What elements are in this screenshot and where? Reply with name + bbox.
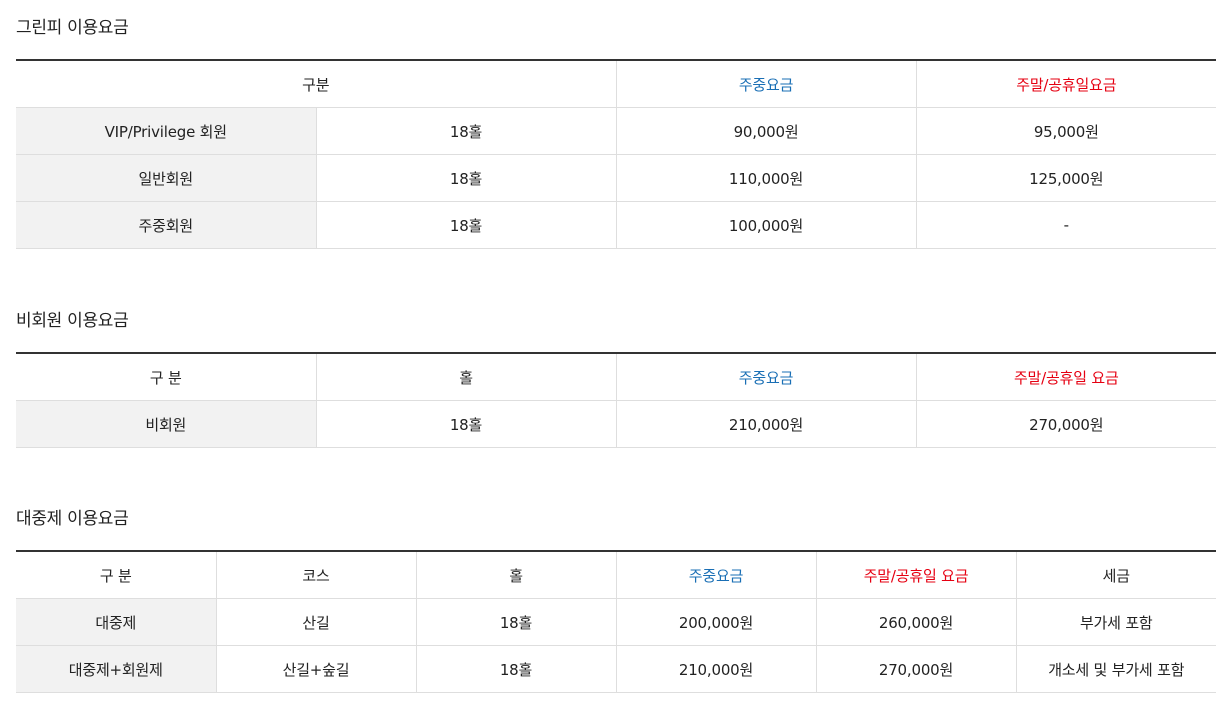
header-holes: 홀 bbox=[315, 353, 616, 401]
greenfee-title: 그린피 이용요금 bbox=[16, 18, 129, 38]
public-table: 구 분 코스 홀 주중요금 주말/공휴일 요금 세금 대중제 산길 18홀 20… bbox=[16, 550, 1216, 693]
table-row: 대중제+회원제 산길+숲길 18홀 210,000원 270,000원 개소세 … bbox=[16, 645, 1216, 693]
header-weekday: 주중요금 bbox=[615, 353, 916, 401]
member-type: 비회원 bbox=[16, 400, 316, 448]
table-row: VIP/Privilege 회원 18홀 90,000원 95,000원 bbox=[16, 107, 1217, 155]
weekday-fee: 90,000원 bbox=[615, 107, 917, 155]
member-type: 일반회원 bbox=[16, 154, 316, 202]
weekday-fee: 200,000원 bbox=[615, 598, 816, 646]
greenfee-table: 구분 주중요금 주말/공휴일요금 VIP/Privilege 회원 18홀 90… bbox=[16, 59, 1217, 249]
header-category: 구분 bbox=[16, 60, 617, 108]
holes-cell: 18홀 bbox=[415, 645, 616, 693]
weekday-fee: 210,000원 bbox=[615, 400, 916, 448]
course-type: 대중제+회원제 bbox=[16, 645, 216, 693]
course-cell: 산길 bbox=[215, 598, 416, 646]
course-cell: 산길+숲길 bbox=[215, 645, 416, 693]
header-weekend: 주말/공휴일 요금 bbox=[915, 353, 1216, 401]
holes-cell: 18홀 bbox=[315, 154, 617, 202]
weekend-fee: 270,000원 bbox=[915, 400, 1216, 448]
holes-cell: 18홀 bbox=[415, 598, 616, 646]
tax-cell: 개소세 및 부가세 포함 bbox=[1015, 645, 1216, 693]
member-type: VIP/Privilege 회원 bbox=[16, 107, 316, 155]
header-weekend: 주말/공휴일요금 bbox=[915, 60, 1217, 108]
nonmember-table: 구 분 홀 주중요금 주말/공휴일 요금 비회원 18홀 210,000원 27… bbox=[16, 352, 1216, 448]
weekday-fee: 110,000원 bbox=[615, 154, 917, 202]
table-row: 일반회원 18홀 110,000원 125,000원 bbox=[16, 154, 1217, 202]
header-tax: 세금 bbox=[1015, 551, 1216, 599]
holes-cell: 18홀 bbox=[315, 400, 616, 448]
member-type: 주중회원 bbox=[16, 201, 316, 249]
header-category: 구 분 bbox=[16, 551, 216, 599]
weekend-fee: 270,000원 bbox=[815, 645, 1016, 693]
table-header-row: 구분 주중요금 주말/공휴일요금 bbox=[16, 60, 1217, 108]
tax-cell: 부가세 포함 bbox=[1015, 598, 1216, 646]
holes-cell: 18홀 bbox=[315, 201, 617, 249]
weekday-fee: 210,000원 bbox=[615, 645, 816, 693]
holes-cell: 18홀 bbox=[315, 107, 617, 155]
weekend-fee: 260,000원 bbox=[815, 598, 1016, 646]
nonmember-title: 비회원 이용요금 bbox=[16, 311, 129, 331]
weekday-fee: 100,000원 bbox=[615, 201, 917, 249]
weekend-fee: - bbox=[915, 201, 1217, 249]
header-weekday: 주중요금 bbox=[615, 60, 917, 108]
weekend-fee: 125,000원 bbox=[915, 154, 1217, 202]
table-row: 주중회원 18홀 100,000원 - bbox=[16, 201, 1217, 249]
table-header-row: 구 분 홀 주중요금 주말/공휴일 요금 bbox=[16, 353, 1216, 401]
header-weekend: 주말/공휴일 요금 bbox=[815, 551, 1016, 599]
course-type: 대중제 bbox=[16, 598, 216, 646]
table-header-row: 구 분 코스 홀 주중요금 주말/공휴일 요금 세금 bbox=[16, 551, 1216, 599]
header-weekday: 주중요금 bbox=[615, 551, 816, 599]
table-row: 비회원 18홀 210,000원 270,000원 bbox=[16, 400, 1216, 448]
table-row: 대중제 산길 18홀 200,000원 260,000원 부가세 포함 bbox=[16, 598, 1216, 646]
header-category: 구 분 bbox=[16, 353, 316, 401]
header-course: 코스 bbox=[215, 551, 416, 599]
public-title: 대중제 이용요금 bbox=[16, 509, 129, 529]
header-holes: 홀 bbox=[415, 551, 616, 599]
weekend-fee: 95,000원 bbox=[915, 107, 1217, 155]
